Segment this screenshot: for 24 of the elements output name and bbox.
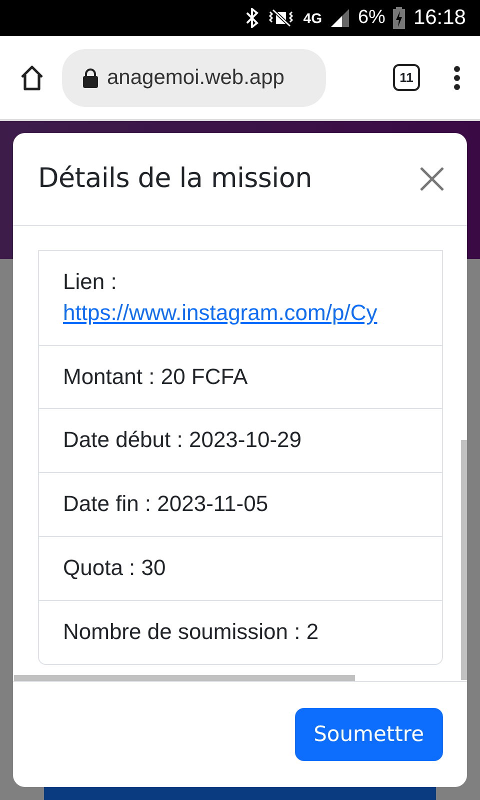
network-type: 4G: [303, 11, 322, 25]
signal-icon: [330, 8, 350, 28]
instagram-link[interactable]: https://www.instagram.com/p/Cy: [63, 298, 378, 329]
submit-button[interactable]: Soumettre: [294, 708, 443, 762]
detail-text: Date fin : 2023-11-05: [63, 491, 268, 516]
bluetooth-icon: [245, 8, 260, 28]
lock-icon: [82, 68, 99, 88]
horizontal-scrollbar[interactable]: [14, 675, 355, 681]
detail-text: Nombre de soumission : 2: [63, 618, 319, 644]
vertical-scrollbar[interactable]: [461, 440, 467, 680]
tab-count[interactable]: 11: [393, 64, 420, 91]
address-bar[interactable]: anagemoi.web.app: [62, 48, 326, 106]
url-text: anagemoi.web.app: [107, 64, 284, 91]
vibrate-off-icon: [267, 8, 296, 28]
detail-text: Date début : 2023-10-29: [63, 427, 302, 452]
clock-time: 16:18: [413, 5, 466, 32]
detail-text: Quota : 30: [63, 554, 166, 580]
field-label: Lien :: [63, 268, 118, 296]
detail-text: Montant : 20 FCFA: [63, 364, 248, 389]
battery-level: 6%: [358, 6, 386, 30]
battery-charging-icon: [393, 7, 406, 29]
menu-icon[interactable]: [452, 64, 462, 90]
close-icon[interactable]: [419, 166, 445, 192]
modal-title: Détails de la mission: [38, 162, 312, 196]
